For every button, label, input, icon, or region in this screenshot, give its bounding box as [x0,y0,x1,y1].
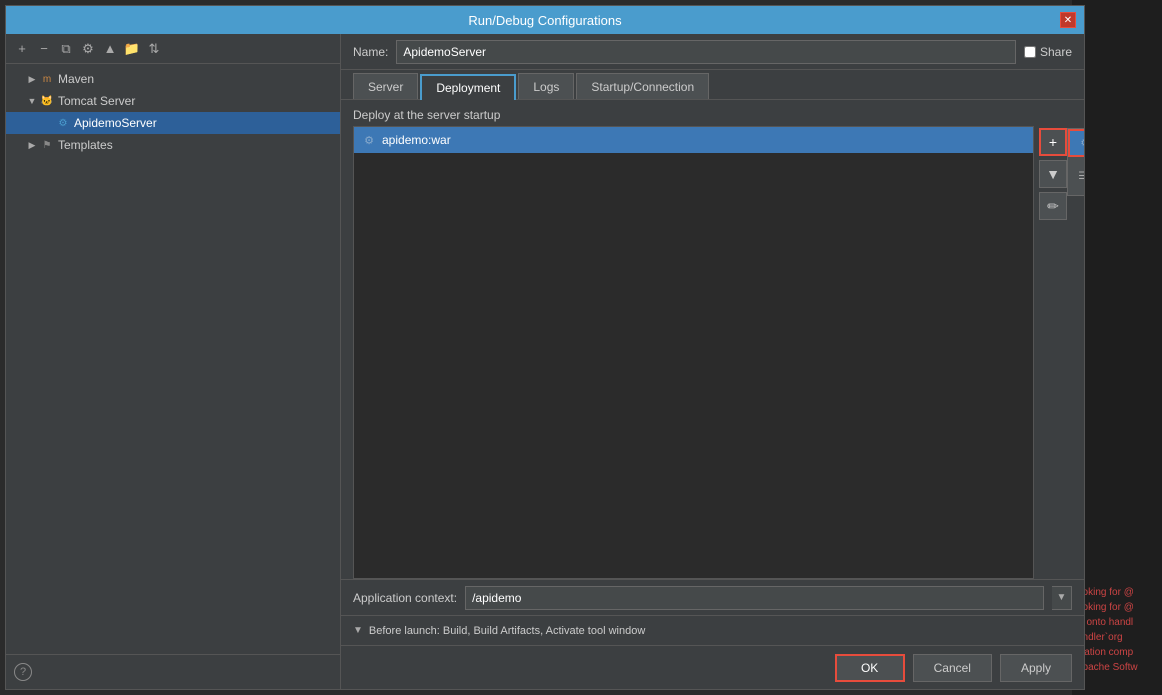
tab-deployment[interactable]: Deployment [420,74,516,100]
folder-button[interactable]: 📁 [122,39,142,59]
deploy-label: Deploy at the server startup [341,100,1084,126]
artifact-icon: ⚙ [1078,136,1084,150]
app-context-dropdown-button[interactable]: ▼ [1052,586,1072,610]
dropdown-artifact[interactable]: ⚙ Artifact... [1068,129,1084,157]
sort-button[interactable]: ⇅ [144,39,164,59]
name-row: Name: Share [341,34,1084,70]
tabs-row: Server Deployment Logs Startup/Connectio… [341,70,1084,100]
edit-icon: ✏ [1047,198,1059,215]
tab-server[interactable]: Server [353,73,418,99]
config-tree: ▶ m Maven ▼ 🐱 Tomcat Server ⚙ ApidemoSer… [6,64,340,654]
tab-logs[interactable]: Logs [518,73,574,99]
before-launch-row: ▼ Before launch: Build, Build Artifacts,… [341,615,1084,645]
deploy-item-war[interactable]: ⚙ apidemo:war [354,127,1033,153]
add-deploy-container: + ⚙ Artifact... ☰ External Sourc [1039,128,1067,156]
remove-config-button[interactable]: − [34,39,54,59]
up-button[interactable]: ▲ [100,39,120,59]
console-panel: ooking for @ ooking for @ *] onto handl … [1072,0,1162,695]
share-area: Share [1024,45,1072,59]
share-checkbox[interactable] [1024,46,1036,58]
title-bar: Run/Debug Configurations ✕ [6,6,1084,34]
edit-button[interactable]: ✏ [1039,192,1067,220]
dialog-title: Run/Debug Configurations [30,13,1060,28]
maven-arrow: ▶ [26,73,38,85]
add-deploy-button[interactable]: + [1039,128,1067,156]
apidemo-label: ApidemoServer [74,116,157,130]
tree-item-tomcat[interactable]: ▼ 🐱 Tomcat Server [6,90,340,112]
templates-label: Templates [58,138,113,152]
before-launch-text: Before launch: Build, Build Artifacts, A… [369,625,645,637]
tree-item-apidemo[interactable]: ⚙ ApidemoServer [6,112,340,134]
share-label: Share [1040,45,1072,59]
cancel-button[interactable]: Cancel [913,654,992,682]
scroll-down-button[interactable]: ▼ [1039,160,1067,188]
apply-button[interactable]: Apply [1000,654,1072,682]
deploy-section: ⚙ apidemo:war + [353,126,1072,579]
close-button[interactable]: ✕ [1060,12,1076,28]
deployment-content: Deploy at the server startup ⚙ apidemo:w… [341,100,1084,645]
dialog-body: + − ⧉ ⚙ ▲ 📁 ⇅ ▶ m Maven ▼ 🐱 [6,34,1084,689]
tree-item-templates[interactable]: ▶ ⚑ Templates [6,134,340,156]
external-source-icon: ☰ [1076,169,1084,183]
maven-icon: m [40,72,54,86]
help-button[interactable]: ? [14,663,32,681]
left-panel: + − ⧉ ⚙ ▲ 📁 ⇅ ▶ m Maven ▼ 🐱 [6,34,341,689]
tree-item-maven[interactable]: ▶ m Maven [6,68,340,90]
maven-label: Maven [58,72,94,86]
apidemo-arrow [42,117,54,129]
ok-button[interactable]: OK [835,654,905,682]
templates-arrow: ▶ [26,139,38,151]
bottom-buttons: OK Cancel Apply [341,645,1084,689]
list-side-buttons: + ⚙ Artifact... ☰ External Sourc [1034,126,1072,579]
scroll-down-icon: ▼ [1046,166,1060,182]
tomcat-label: Tomcat Server [58,94,135,108]
copy-config-button[interactable]: ⧉ [56,39,76,59]
tab-startup-connection[interactable]: Startup/Connection [576,73,709,99]
add-dropdown-menu: ⚙ Artifact... ☰ External Source... [1067,128,1084,196]
run-debug-dialog: Run/Debug Configurations ✕ + − ⧉ ⚙ ▲ 📁 ⇅… [5,5,1085,690]
name-input[interactable] [396,40,1016,64]
app-context-row: Application context: ▼ [341,579,1084,615]
deploy-item-label: apidemo:war [382,133,451,147]
templates-icon: ⚑ [40,138,54,152]
dropdown-external-source[interactable]: ☰ External Source... [1068,157,1084,195]
deploy-list: ⚙ apidemo:war [353,126,1034,579]
add-config-button[interactable]: + [12,39,32,59]
tree-toolbar: + − ⧉ ⚙ ▲ 📁 ⇅ [6,34,340,64]
name-label: Name: [353,45,388,59]
settings-button[interactable]: ⚙ [78,39,98,59]
right-panel: Name: Share Server Deployment Logs Start… [341,34,1084,689]
tomcat-arrow: ▼ [26,95,38,107]
before-launch-arrow-icon: ▼ [353,625,363,636]
war-icon: ⚙ [362,133,376,147]
app-context-input[interactable] [465,586,1044,610]
console-output: ooking for @ ooking for @ *] onto handl … [1072,580,1162,680]
apidemo-icon: ⚙ [56,116,70,130]
tomcat-icon: 🐱 [40,94,54,108]
app-context-label: Application context: [353,591,457,605]
